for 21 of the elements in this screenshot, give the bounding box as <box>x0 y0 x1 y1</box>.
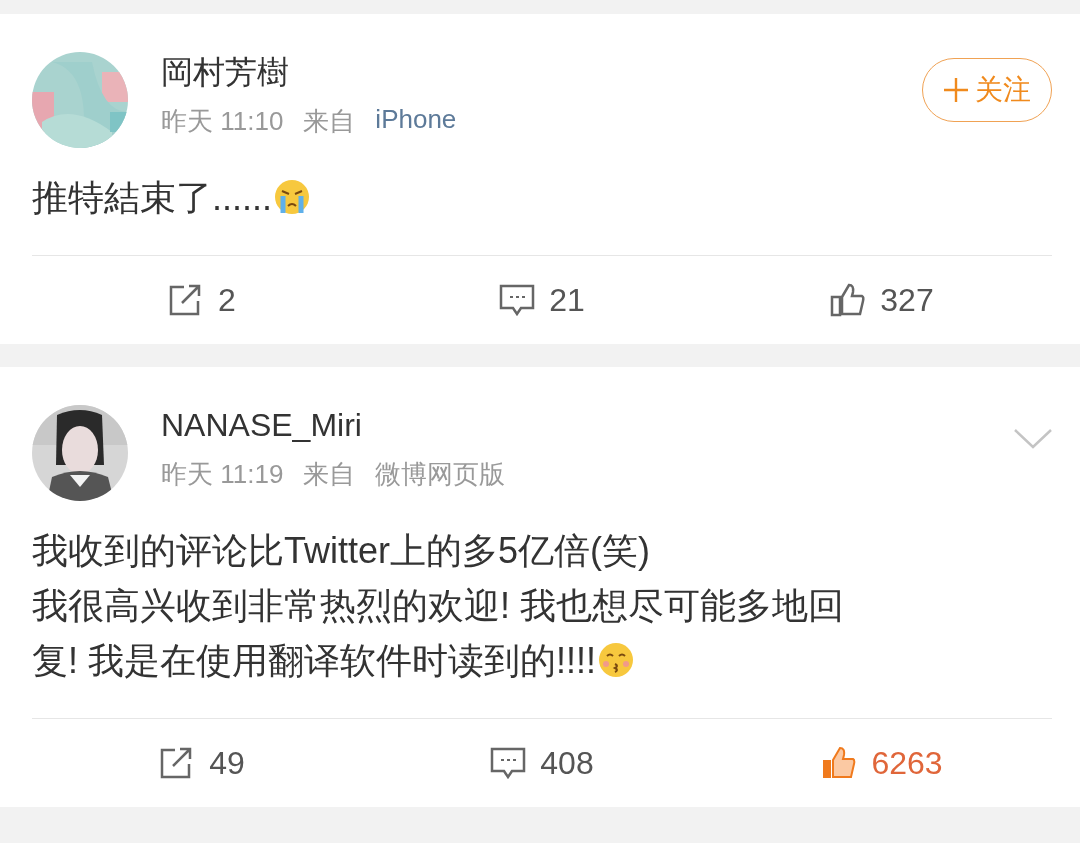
comment-button[interactable]: 21 <box>372 281 712 319</box>
repost-button[interactable]: 2 <box>32 281 372 319</box>
crying-face-icon <box>274 179 310 215</box>
like-button[interactable]: 327 <box>712 281 1052 319</box>
post-text: 我收到的评论比Twitter上的多5亿倍(笑) 我很高兴收到非常热烈的欢迎! 我也想尽可能多地回 复! 我是在使用翻译软件时读到的!!!! <box>32 523 1052 719</box>
plus-icon <box>943 77 969 103</box>
comment-icon <box>490 746 527 780</box>
post-time: 昨天 11:10 <box>161 105 284 138</box>
author-name[interactable]: NANASE_Miri <box>161 405 1014 445</box>
kissing-face-icon <box>598 642 634 678</box>
source-text: 微博网页版 <box>375 458 506 491</box>
source-label: 来自 <box>303 458 356 491</box>
comment-icon <box>499 283 536 317</box>
repost-button[interactable]: 49 <box>32 744 372 782</box>
author-name[interactable]: 岡村芳樹 <box>161 52 922 92</box>
source-label: 来自 <box>303 105 356 138</box>
source-link[interactable]: iPhone <box>375 104 457 139</box>
chevron-down-icon[interactable] <box>1014 429 1052 449</box>
post-time: 昨天 11:19 <box>161 458 284 491</box>
comment-button[interactable]: 408 <box>372 744 712 782</box>
post-text: 推特結束了...... <box>32 170 1052 256</box>
